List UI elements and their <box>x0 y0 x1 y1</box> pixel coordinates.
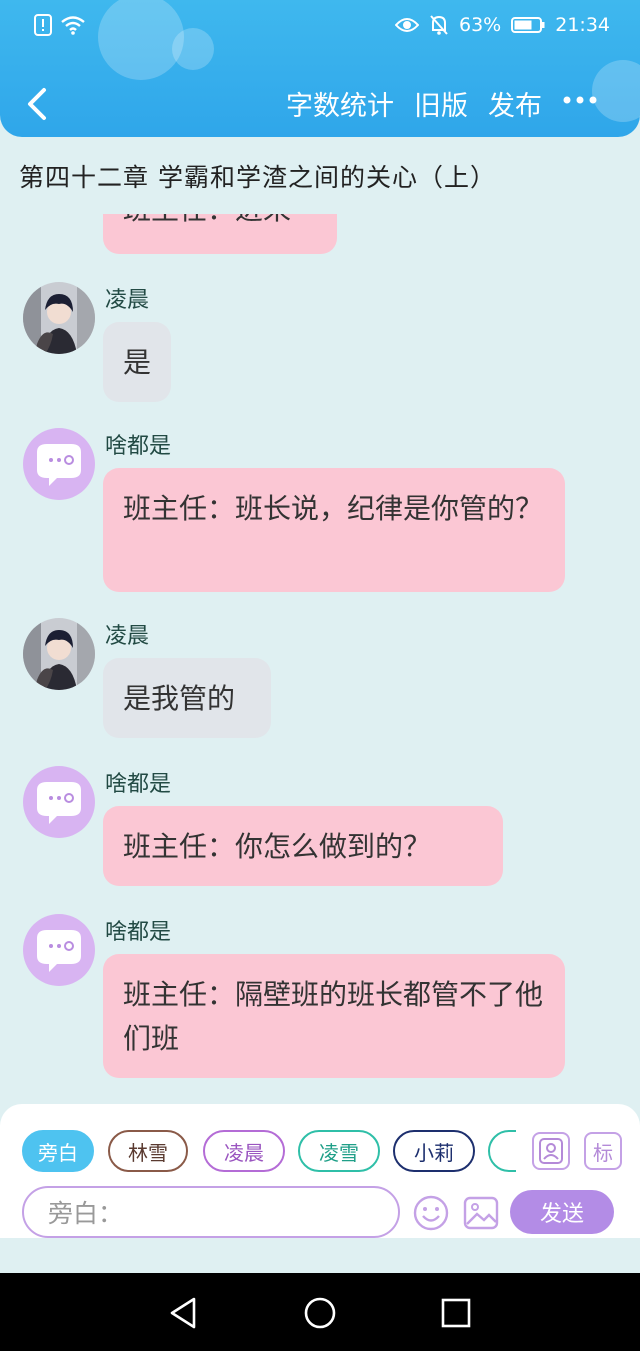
message-bubble[interactable]: 班主任：班长说，纪律是你管的？ <box>103 468 565 592</box>
message-bubble[interactable]: 班主任：隔壁班的班长都管不了他们班 <box>103 954 565 1078</box>
send-button[interactable]: 发送 <box>510 1190 614 1234</box>
character-avatar-photo[interactable] <box>23 618 95 690</box>
input-row: 旁白： 发送 <box>22 1186 622 1238</box>
character-chip[interactable]: 于 <box>488 1130 516 1172</box>
character-chip-narrator[interactable]: 旁白 <box>22 1130 94 1172</box>
sender-name: 啥都是 <box>105 920 172 945</box>
character-selector: 旁白 林雪 凌晨 凌雪 小莉 于 <box>22 1130 516 1174</box>
wifi-icon <box>61 16 85 35</box>
character-avatar-default[interactable] <box>23 428 95 500</box>
old-version-button[interactable]: 旧版 <box>414 84 468 123</box>
sender-name: 凌晨 <box>105 624 150 649</box>
character-avatar-default[interactable] <box>23 914 95 986</box>
message-input[interactable]: 旁白： <box>22 1186 400 1238</box>
chapter-title[interactable]: 第四十二章 学霸和学渣之间的关心（上） <box>19 158 496 194</box>
status-bar: 63% 21:34 <box>0 0 640 56</box>
character-chip[interactable]: 凌晨 <box>203 1130 285 1172</box>
character-avatar-photo[interactable] <box>23 282 95 354</box>
character-portrait-icon <box>23 282 95 354</box>
sender-name: 凌晨 <box>105 288 150 313</box>
home-circle-icon[interactable] <box>302 1295 338 1331</box>
word-count-button[interactable]: 字数统计 <box>286 84 394 123</box>
character-avatar-default[interactable] <box>23 766 95 838</box>
chip-tools: 标 <box>532 1132 622 1170</box>
header-actions: 字数统计 旧版 发布 <box>286 84 542 123</box>
composer-panel: 旁白 林雪 凌晨 凌雪 小莉 于 标 旁白： <box>0 1104 640 1238</box>
add-character-button[interactable] <box>532 1132 570 1170</box>
person-card-icon <box>539 1138 563 1164</box>
tag-button[interactable]: 标 <box>584 1132 622 1170</box>
app-screen: 63% 21:34 字数统计 旧版 发布 第四十二章 学霸和学渣之间的关心（上）… <box>0 0 640 1273</box>
chat-area[interactable]: 班主任：进来 凌晨 是 <box>0 214 640 1104</box>
image-icon[interactable] <box>462 1194 500 1232</box>
chat-bubble-face-icon <box>37 444 81 486</box>
battery-icon <box>511 17 545 33</box>
alert-sim-icon <box>34 14 52 36</box>
character-chip[interactable]: 小莉 <box>393 1130 475 1172</box>
back-triangle-icon[interactable] <box>166 1295 202 1331</box>
more-options-icon[interactable] <box>562 90 598 110</box>
publish-button[interactable]: 发布 <box>488 84 542 123</box>
sender-name: 啥都是 <box>105 772 172 797</box>
system-navigation-bar <box>0 1273 640 1351</box>
battery-percent: 63% <box>459 14 502 36</box>
clock: 21:34 <box>555 14 610 36</box>
back-arrow-icon[interactable] <box>22 84 52 124</box>
sender-name: 啥都是 <box>105 434 172 459</box>
character-portrait-icon <box>23 618 95 690</box>
nav-bar: 字数统计 旧版 发布 <box>0 78 640 130</box>
recent-apps-square-icon[interactable] <box>438 1295 474 1331</box>
emoji-icon[interactable] <box>412 1194 450 1232</box>
message-bubble[interactable]: 是 <box>103 322 171 402</box>
mute-bell-icon <box>430 15 448 35</box>
character-chip[interactable]: 林雪 <box>108 1130 188 1172</box>
message-bubble[interactable]: 班主任：你怎么做到的？ <box>103 806 503 886</box>
message-bubble[interactable]: 班主任：进来 <box>103 214 337 254</box>
message-bubble[interactable]: 是我管的 <box>103 658 271 738</box>
header-bar: 63% 21:34 字数统计 旧版 发布 <box>0 0 640 137</box>
chat-bubble-face-icon <box>37 930 81 972</box>
chat-bubble-face-icon <box>37 782 81 824</box>
character-chip[interactable]: 凌雪 <box>298 1130 380 1172</box>
eye-icon <box>395 18 419 32</box>
bottom-background <box>0 1238 640 1273</box>
